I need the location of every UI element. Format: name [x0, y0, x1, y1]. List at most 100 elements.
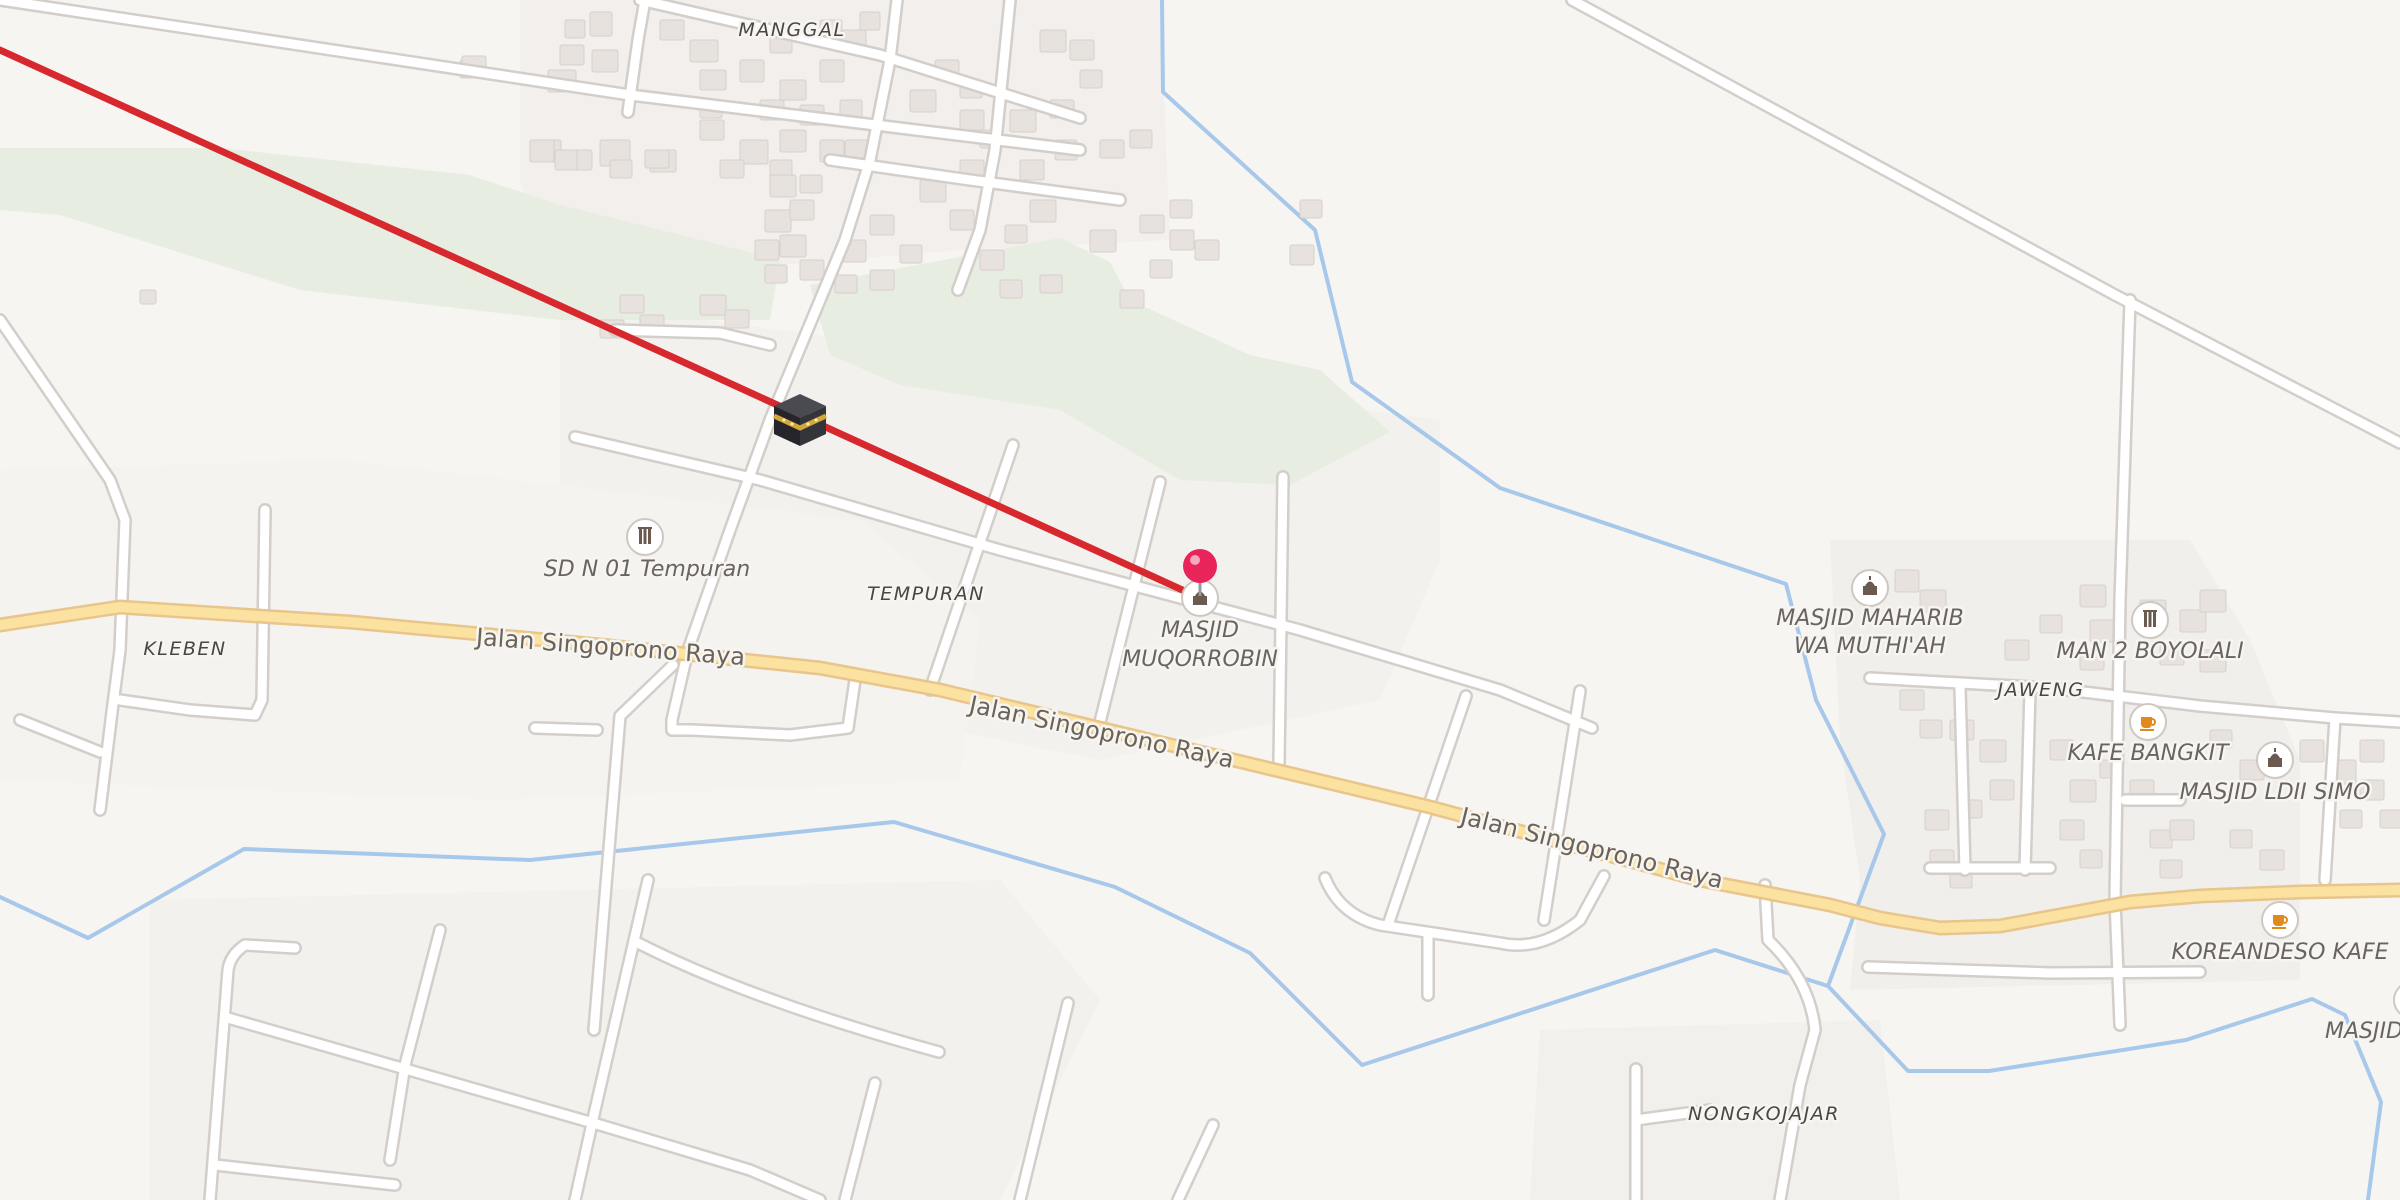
building [1899, 689, 1925, 711]
poi-label-man-2-boyolali: MAN 2 BOYOLALI [2056, 639, 2243, 664]
cafe-icon[interactable] [2261, 901, 2299, 939]
building [2004, 639, 2030, 661]
building [834, 274, 858, 294]
building [1194, 239, 1220, 261]
building [764, 209, 792, 233]
building [1299, 199, 1323, 219]
building [789, 199, 815, 221]
building [2299, 739, 2325, 763]
building [1894, 569, 1920, 593]
building [1079, 69, 1103, 89]
building [724, 309, 750, 329]
building [139, 289, 157, 305]
poi-label-masjid-muqorrobin: MASJID [1161, 618, 1239, 643]
building [999, 279, 1023, 299]
building [1119, 289, 1145, 309]
cafe-icon[interactable] [2129, 703, 2167, 741]
building [644, 149, 670, 169]
building [899, 244, 923, 264]
building [869, 269, 895, 291]
building [1139, 214, 1165, 234]
poi-label-masjid-ldii-simo: MASJID LDII SIMO [2180, 780, 2371, 805]
building [564, 19, 586, 39]
building [764, 264, 788, 284]
map-canvas[interactable]: MANGGAL TEMPURAN KLEBEN JAWENG NONGKOJAJ… [0, 0, 2400, 1200]
building [779, 129, 807, 153]
building [2229, 829, 2253, 849]
building [1149, 259, 1173, 279]
building [909, 89, 937, 113]
place-label-nongkojajar: NONGKOJAJAR [1688, 1103, 1840, 1125]
poi-label-koreandeso-kafe: KOREANDESO KAFE [2172, 940, 2389, 965]
building [1039, 274, 1063, 294]
building [2359, 739, 2385, 763]
building [699, 294, 727, 316]
building [1099, 139, 1125, 159]
building [689, 39, 719, 63]
school-icon[interactable] [2131, 601, 2169, 639]
building [2179, 609, 2207, 633]
building [1019, 159, 1045, 181]
building [2199, 589, 2227, 613]
mosque-icon[interactable] [1851, 569, 1889, 607]
building [2259, 849, 2285, 871]
building [1169, 199, 1193, 219]
place-label-kleben: KLEBEN [143, 638, 226, 660]
building [2379, 809, 2400, 829]
poi-label-kafe-bangkit: KAFE BANGKIT [2067, 741, 2230, 766]
building [619, 294, 645, 314]
building [769, 174, 797, 198]
building [1009, 109, 1037, 133]
building [1129, 129, 1153, 149]
building [554, 149, 578, 171]
poi-label-masjid-muqorrobin: MUQORROBIN [1122, 647, 1278, 672]
building [1069, 39, 1095, 61]
building [1989, 779, 2015, 801]
building [739, 139, 769, 165]
building [559, 44, 585, 66]
building [2069, 779, 2097, 803]
poi-label-masjid-maharib: WA MUTHI'AH [1794, 634, 1946, 659]
building [949, 209, 975, 231]
building [2339, 809, 2363, 829]
school-icon[interactable] [626, 518, 664, 556]
building [2169, 819, 2195, 841]
building [2159, 859, 2183, 879]
building [719, 159, 745, 179]
building [799, 174, 823, 194]
building [2079, 584, 2107, 608]
place-label-manggal: MANGGAL [738, 19, 845, 41]
building [859, 11, 881, 31]
building [1029, 199, 1057, 223]
building [1979, 739, 2007, 763]
building [979, 249, 1005, 271]
mosque-icon[interactable] [2256, 741, 2294, 779]
building [2149, 829, 2173, 849]
poi-label-sd-n-01-tempuran: SD N 01 Tempuran [544, 557, 750, 582]
building [1004, 224, 1028, 244]
building [919, 179, 947, 203]
building [2079, 849, 2103, 869]
place-label-tempuran: TEMPURAN [867, 583, 985, 605]
building [1919, 719, 1943, 739]
building [1169, 229, 1195, 251]
building [1089, 229, 1117, 253]
building [1924, 809, 1950, 831]
building [591, 49, 619, 73]
building [779, 79, 807, 101]
building [699, 119, 725, 141]
building [779, 234, 807, 258]
building [799, 259, 825, 281]
building [1289, 244, 1315, 266]
building [589, 11, 613, 37]
building [1039, 29, 1067, 53]
building [754, 239, 780, 261]
building [699, 69, 727, 91]
building [609, 159, 633, 179]
building [659, 19, 685, 41]
building [2039, 614, 2063, 634]
building [2059, 819, 2085, 841]
building [959, 109, 985, 131]
building [739, 59, 765, 83]
building [529, 139, 555, 163]
